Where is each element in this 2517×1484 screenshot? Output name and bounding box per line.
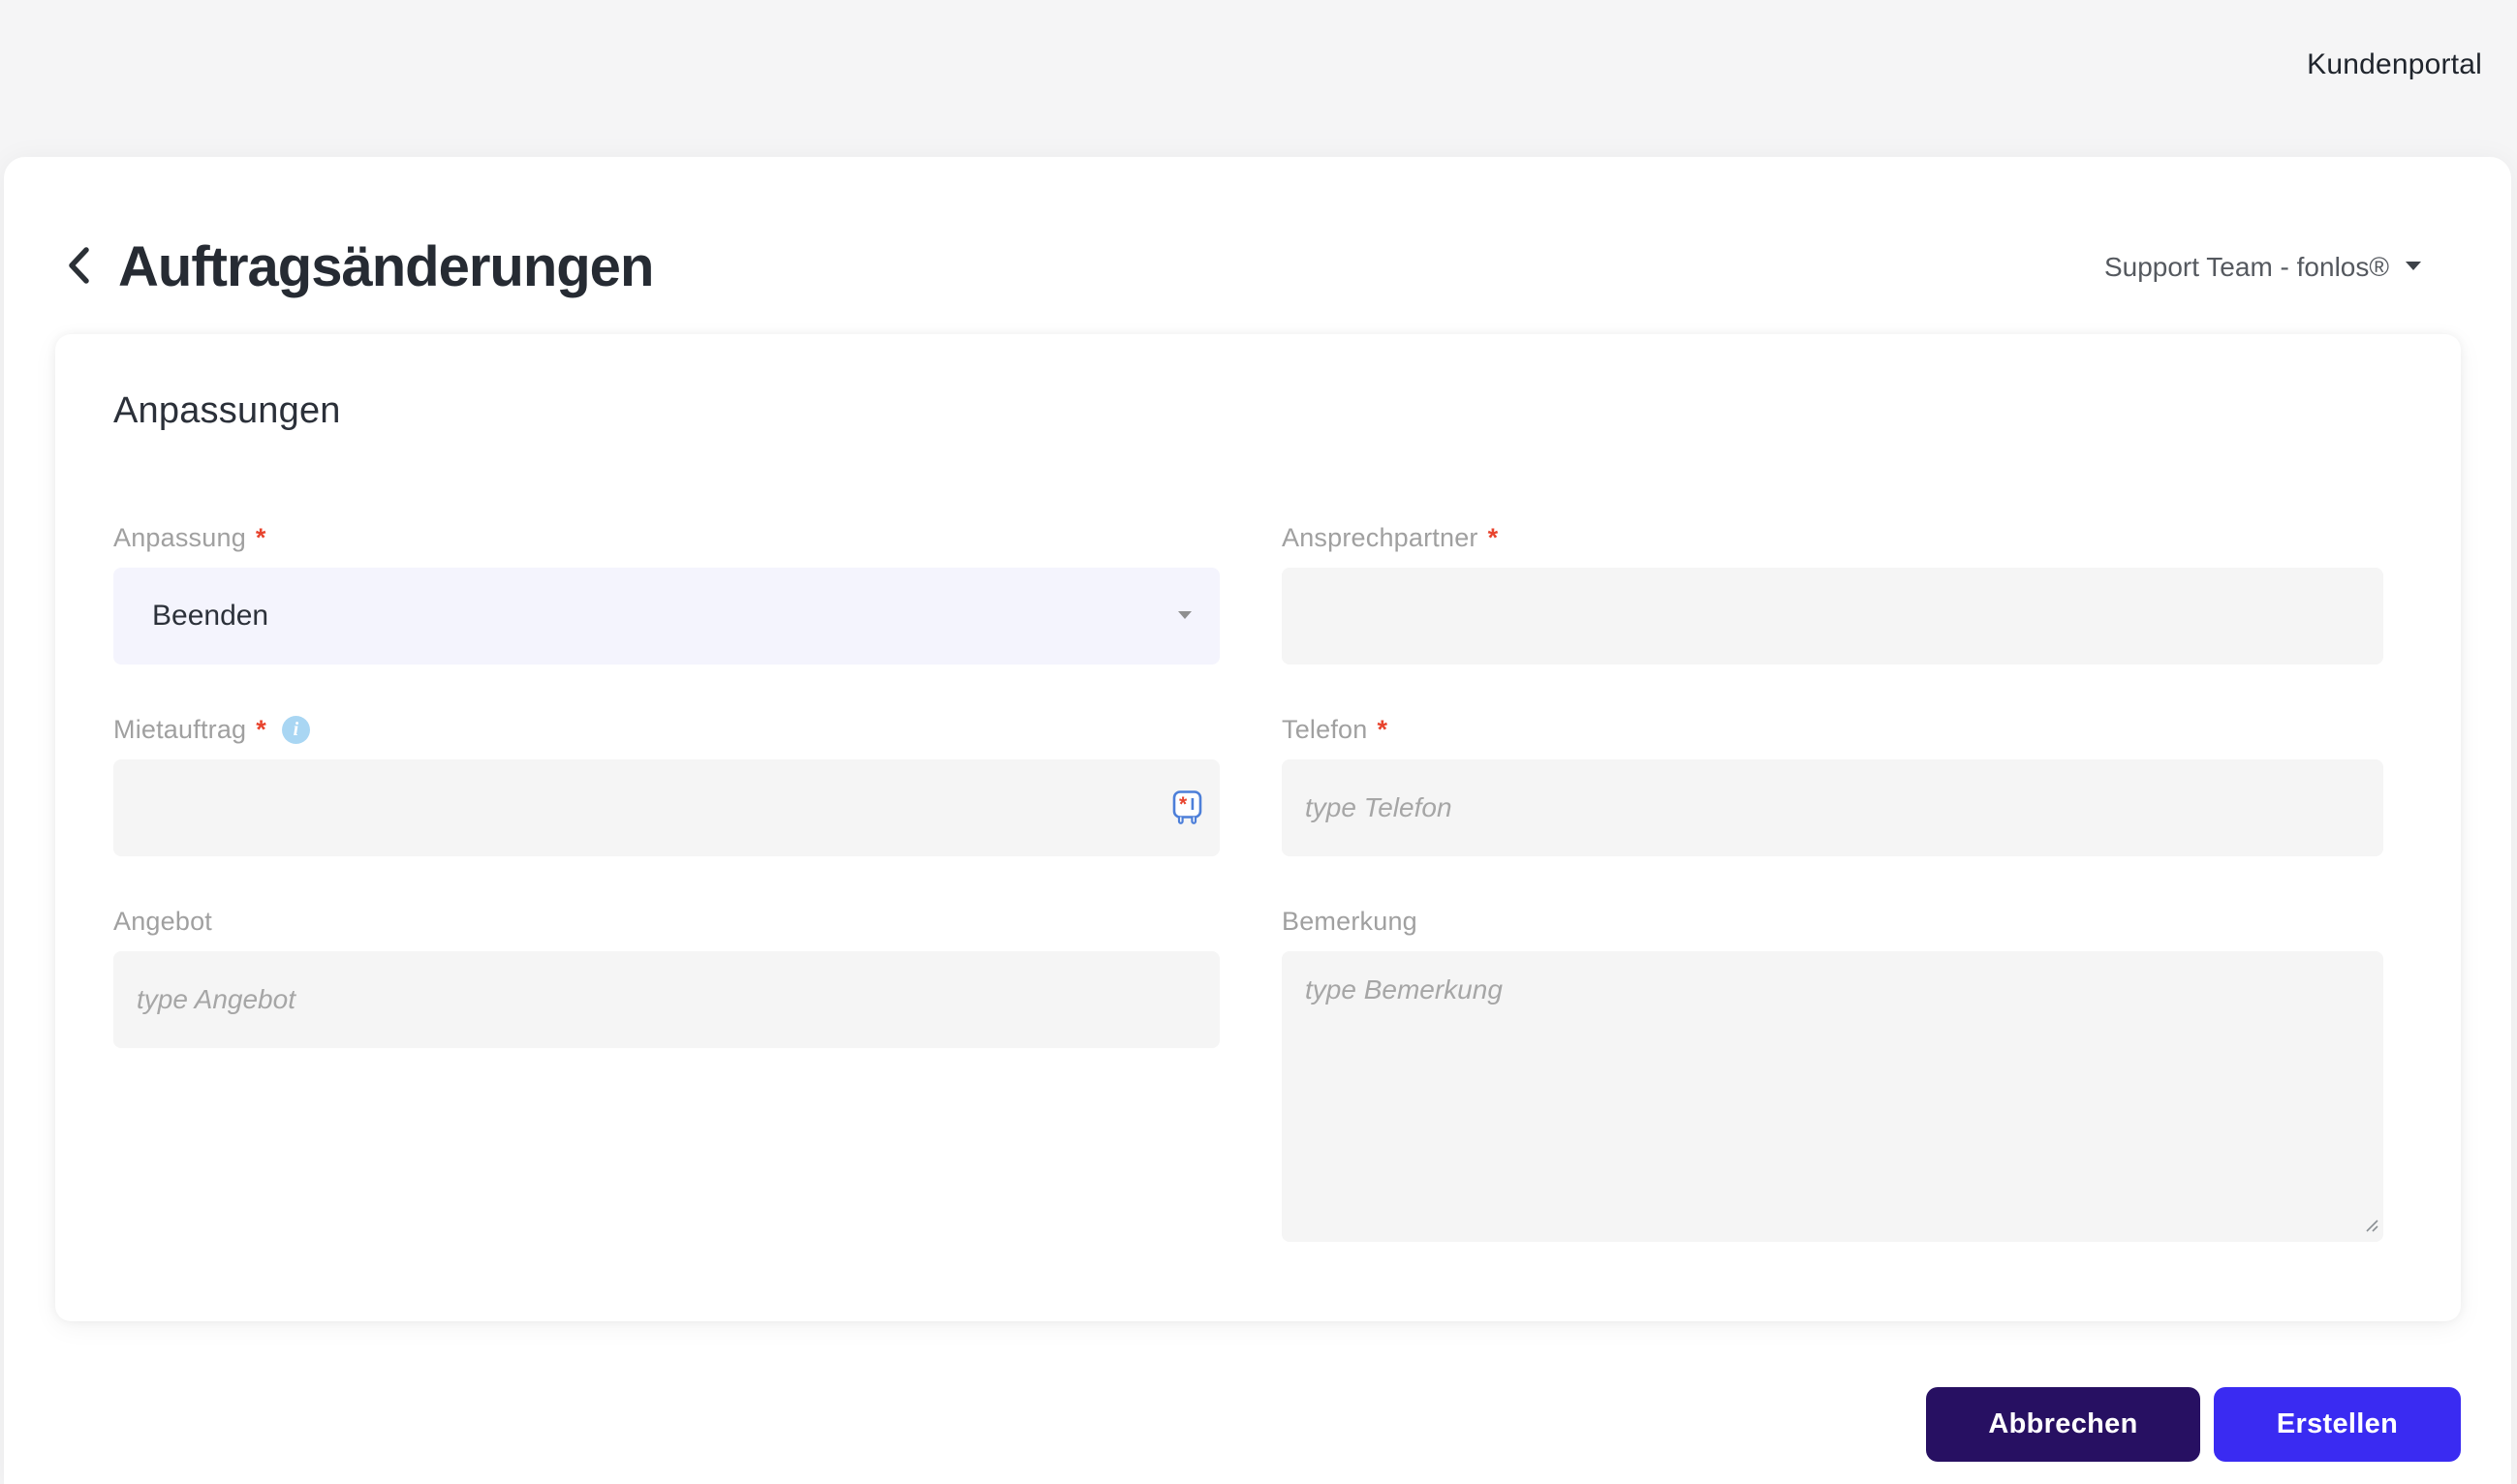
anpassung-select-value: Beenden bbox=[152, 600, 269, 632]
angebot-input[interactable] bbox=[113, 951, 1220, 1048]
field-label-row: Mietauftrag * i bbox=[113, 713, 1220, 746]
submit-button[interactable]: Erstellen bbox=[2214, 1387, 2461, 1462]
account-dropdown[interactable]: Support Team - fonlos® bbox=[2104, 252, 2422, 283]
field-group-telefon: Telefon * bbox=[1282, 713, 2383, 856]
form-grid: Anpassung * Beenden Mietauftrag * i * An… bbox=[113, 521, 2383, 1242]
field-label: Mietauftrag bbox=[113, 714, 247, 744]
top-bar: Kundenportal bbox=[0, 0, 2517, 157]
ansprechpartner-field-wrap bbox=[1282, 568, 2383, 665]
field-group-angebot: Angebot bbox=[113, 905, 1220, 1048]
section-title: Anpassungen bbox=[113, 390, 341, 431]
telefon-input[interactable] bbox=[1282, 759, 2383, 856]
field-label-row: Telefon * bbox=[1282, 713, 2383, 746]
anpassung-select[interactable]: Beenden bbox=[113, 568, 1220, 665]
anpassungen-card: Anpassungen Anpassung * Beenden Mietauft… bbox=[55, 334, 2461, 1321]
app-brand: Kundenportal bbox=[2307, 48, 2482, 80]
select-caret-icon bbox=[1177, 607, 1193, 625]
main-panel: Auftragsänderungen Support Team - fonlos… bbox=[4, 157, 2511, 1484]
field-label-row: Angebot bbox=[113, 905, 1220, 938]
angebot-field-wrap bbox=[113, 951, 1220, 1048]
cancel-button[interactable]: Abbrechen bbox=[1926, 1387, 2200, 1462]
required-field-icon[interactable]: * bbox=[1172, 790, 1202, 826]
required-asterisk: * bbox=[255, 522, 266, 552]
page-title: Auftragsänderungen bbox=[118, 235, 654, 298]
required-asterisk: * bbox=[1487, 522, 1499, 552]
field-label: Bemerkung bbox=[1282, 906, 1417, 936]
field-group-anpassung: Anpassung * Beenden bbox=[113, 521, 1220, 665]
actions-bar: Abbrechen Erstellen bbox=[4, 1387, 2461, 1462]
ansprechpartner-input[interactable] bbox=[1282, 568, 2383, 665]
account-label: Support Team - fonlos® bbox=[2103, 251, 2389, 282]
telefon-field-wrap bbox=[1282, 759, 2383, 856]
mietauftrag-input[interactable] bbox=[113, 759, 1220, 856]
info-icon[interactable]: i bbox=[282, 715, 310, 744]
field-label: Telefon bbox=[1282, 714, 1368, 744]
page-header: Auftragsänderungen Support Team - fonlos… bbox=[4, 157, 2511, 299]
field-label-row: Bemerkung bbox=[1282, 905, 2383, 938]
required-asterisk: * bbox=[1377, 714, 1388, 744]
field-label: Ansprechpartner bbox=[1282, 522, 1478, 552]
bemerkung-textarea[interactable] bbox=[1282, 951, 2383, 1242]
mietauftrag-field-wrap: * bbox=[113, 759, 1220, 856]
field-label-row: Ansprechpartner * bbox=[1282, 521, 2383, 554]
bemerkung-field-wrap bbox=[1282, 951, 2383, 1242]
field-group-ansprechpartner: Ansprechpartner * bbox=[1282, 521, 2383, 665]
field-group-mietauftrag: Mietauftrag * i * bbox=[113, 713, 1220, 856]
field-label: Anpassung bbox=[113, 522, 246, 552]
svg-text:*: * bbox=[1179, 793, 1188, 816]
chevron-down-icon bbox=[2405, 259, 2422, 276]
field-group-bemerkung: Bemerkung bbox=[1282, 905, 2383, 1242]
field-label-row: Anpassung * bbox=[113, 521, 1220, 554]
field-label: Angebot bbox=[113, 906, 212, 936]
back-button[interactable] bbox=[60, 239, 97, 294]
required-asterisk: * bbox=[256, 714, 266, 744]
chevron-left-icon bbox=[64, 243, 93, 291]
